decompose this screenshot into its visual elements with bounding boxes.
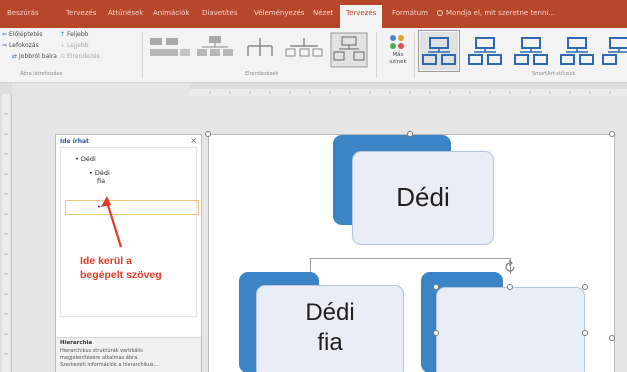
close-icon[interactable]: ×	[190, 136, 197, 145]
smartart-canvas[interactable]: Dédi Dédi fia	[205, 131, 615, 372]
tab-transitions[interactable]: Áttűnések	[108, 9, 143, 17]
resize-handle[interactable]	[507, 284, 513, 290]
ribbon-separator	[414, 32, 415, 78]
tab-smartart-design[interactable]: Tervezés	[340, 5, 383, 28]
smartart-style-thumb[interactable]	[600, 32, 627, 70]
child-node-1[interactable]: Dédi fia	[256, 285, 404, 372]
change-colors-icon	[390, 35, 404, 49]
layouts-group-label: Elrendezések	[245, 71, 279, 77]
demote-button[interactable]: ⇒ Lefokozás	[2, 42, 39, 49]
tab-insert[interactable]: Beszúrás	[7, 9, 39, 17]
description-title: Hierarchia	[60, 340, 93, 346]
tab-view[interactable]: Nézet	[313, 9, 333, 17]
smartart-style-thumb[interactable]	[466, 32, 504, 70]
smartart-text-pane: Ide írhat × • Dédi • Dédi fia • Hierarch…	[55, 134, 202, 372]
layout-labeled-icon[interactable]	[284, 34, 324, 64]
create-group-label: Ábra létrehozása	[20, 71, 63, 77]
tab-design[interactable]: Tervezés	[66, 9, 96, 17]
layout-icon: ⊞	[60, 53, 66, 60]
child-node-2[interactable]	[436, 287, 585, 372]
demote-icon: ⇒	[2, 42, 8, 49]
layout-button[interactable]: ⊞ Elrendezés	[60, 53, 100, 60]
description-line: Szerkezeti információk a hierarchikus...	[60, 362, 159, 368]
lightbulb-icon	[437, 10, 443, 16]
text-pane-description: Hierarchia Hierarchikus struktúrák verti…	[56, 337, 201, 372]
list-item-continuation: fia	[97, 177, 106, 185]
tab-format[interactable]: Formátum	[392, 9, 428, 17]
ribbon-separator	[376, 32, 377, 78]
promote-button[interactable]: ⇐ Előléptetés	[2, 31, 43, 38]
root-node-text: Dédi	[396, 182, 450, 212]
ribbon: ⇐ Előléptetés ⇒ Lefokozás ⇄ Jobbról balra ↑…	[0, 28, 627, 83]
resize-handle[interactable]	[582, 284, 588, 290]
change-colors-label-2: színek	[389, 59, 407, 65]
move-up-icon: ↑	[60, 31, 66, 38]
right-to-left-button[interactable]: ⇄ Jobbról balra	[12, 53, 57, 60]
tell-me-box[interactable]: Mondja el, mit szeretne tenni...	[437, 9, 555, 17]
tab-animations[interactable]: Animációk	[153, 9, 189, 17]
resize-handle[interactable]	[433, 284, 439, 290]
canvas-handle[interactable]	[609, 131, 615, 137]
description-line: megjelenítésére alkalmas ábra.	[60, 355, 139, 361]
layout-branch-icon[interactable]	[240, 34, 280, 64]
horizontal-ruler	[190, 83, 627, 96]
layout-hierarchy-icon[interactable]	[148, 34, 192, 64]
description-line: Hierarchikus struktúrák vertikális	[60, 348, 143, 354]
list-item[interactable]: • Dédi	[89, 169, 110, 177]
smartart-style-thumb[interactable]	[512, 32, 550, 70]
rotate-handle-icon[interactable]	[503, 260, 517, 274]
ribbon-tab-bar: Beszúrás Tervezés Áttűnések Animációk Di…	[0, 0, 627, 28]
list-item[interactable]: • Dédi	[75, 155, 96, 163]
resize-handle[interactable]	[582, 330, 588, 336]
layout-tree-icon[interactable]	[195, 34, 235, 64]
vertical-ruler	[0, 94, 12, 372]
move-down-icon: ↓	[60, 42, 66, 49]
layout-org-chart-selected-icon[interactable]	[330, 32, 368, 68]
text-pane-title: Ide írhat	[60, 138, 89, 145]
move-up-button[interactable]: ↑ Feljebb	[60, 31, 89, 38]
styles-group-label: SmartArt-stílusok	[532, 71, 576, 77]
ruler-corner	[0, 83, 12, 94]
promote-icon: ⇐	[2, 31, 8, 38]
ribbon-separator	[142, 32, 143, 78]
annotation-line-2: begépelt szöveg	[80, 269, 162, 281]
annotation-line-1: Ide kerül a	[80, 255, 132, 267]
smartart-style-thumb[interactable]	[418, 30, 460, 72]
canvas-handle[interactable]	[407, 131, 413, 137]
child-node-1-text: Dédi fia	[305, 299, 355, 356]
right-to-left-icon: ⇄	[12, 53, 18, 60]
resize-handle[interactable]	[433, 330, 439, 336]
canvas-handle[interactable]	[609, 335, 615, 341]
move-down-button[interactable]: ↓ Lejjebb	[60, 42, 89, 49]
annotation-arrow-icon	[101, 196, 123, 248]
change-colors-button[interactable]: Más színek	[385, 52, 411, 66]
canvas-handle[interactable]	[205, 131, 211, 137]
tab-slideshow[interactable]: Diavetítés	[202, 9, 237, 17]
tell-me-text: Mondja el, mit szeretne tenni...	[446, 9, 556, 17]
root-node[interactable]: Dédi	[352, 151, 494, 245]
tab-review[interactable]: Véleményezés	[254, 9, 304, 17]
smartart-style-thumb[interactable]	[558, 32, 596, 70]
change-colors-label-1: Más	[392, 52, 404, 58]
connector-line	[310, 258, 510, 259]
